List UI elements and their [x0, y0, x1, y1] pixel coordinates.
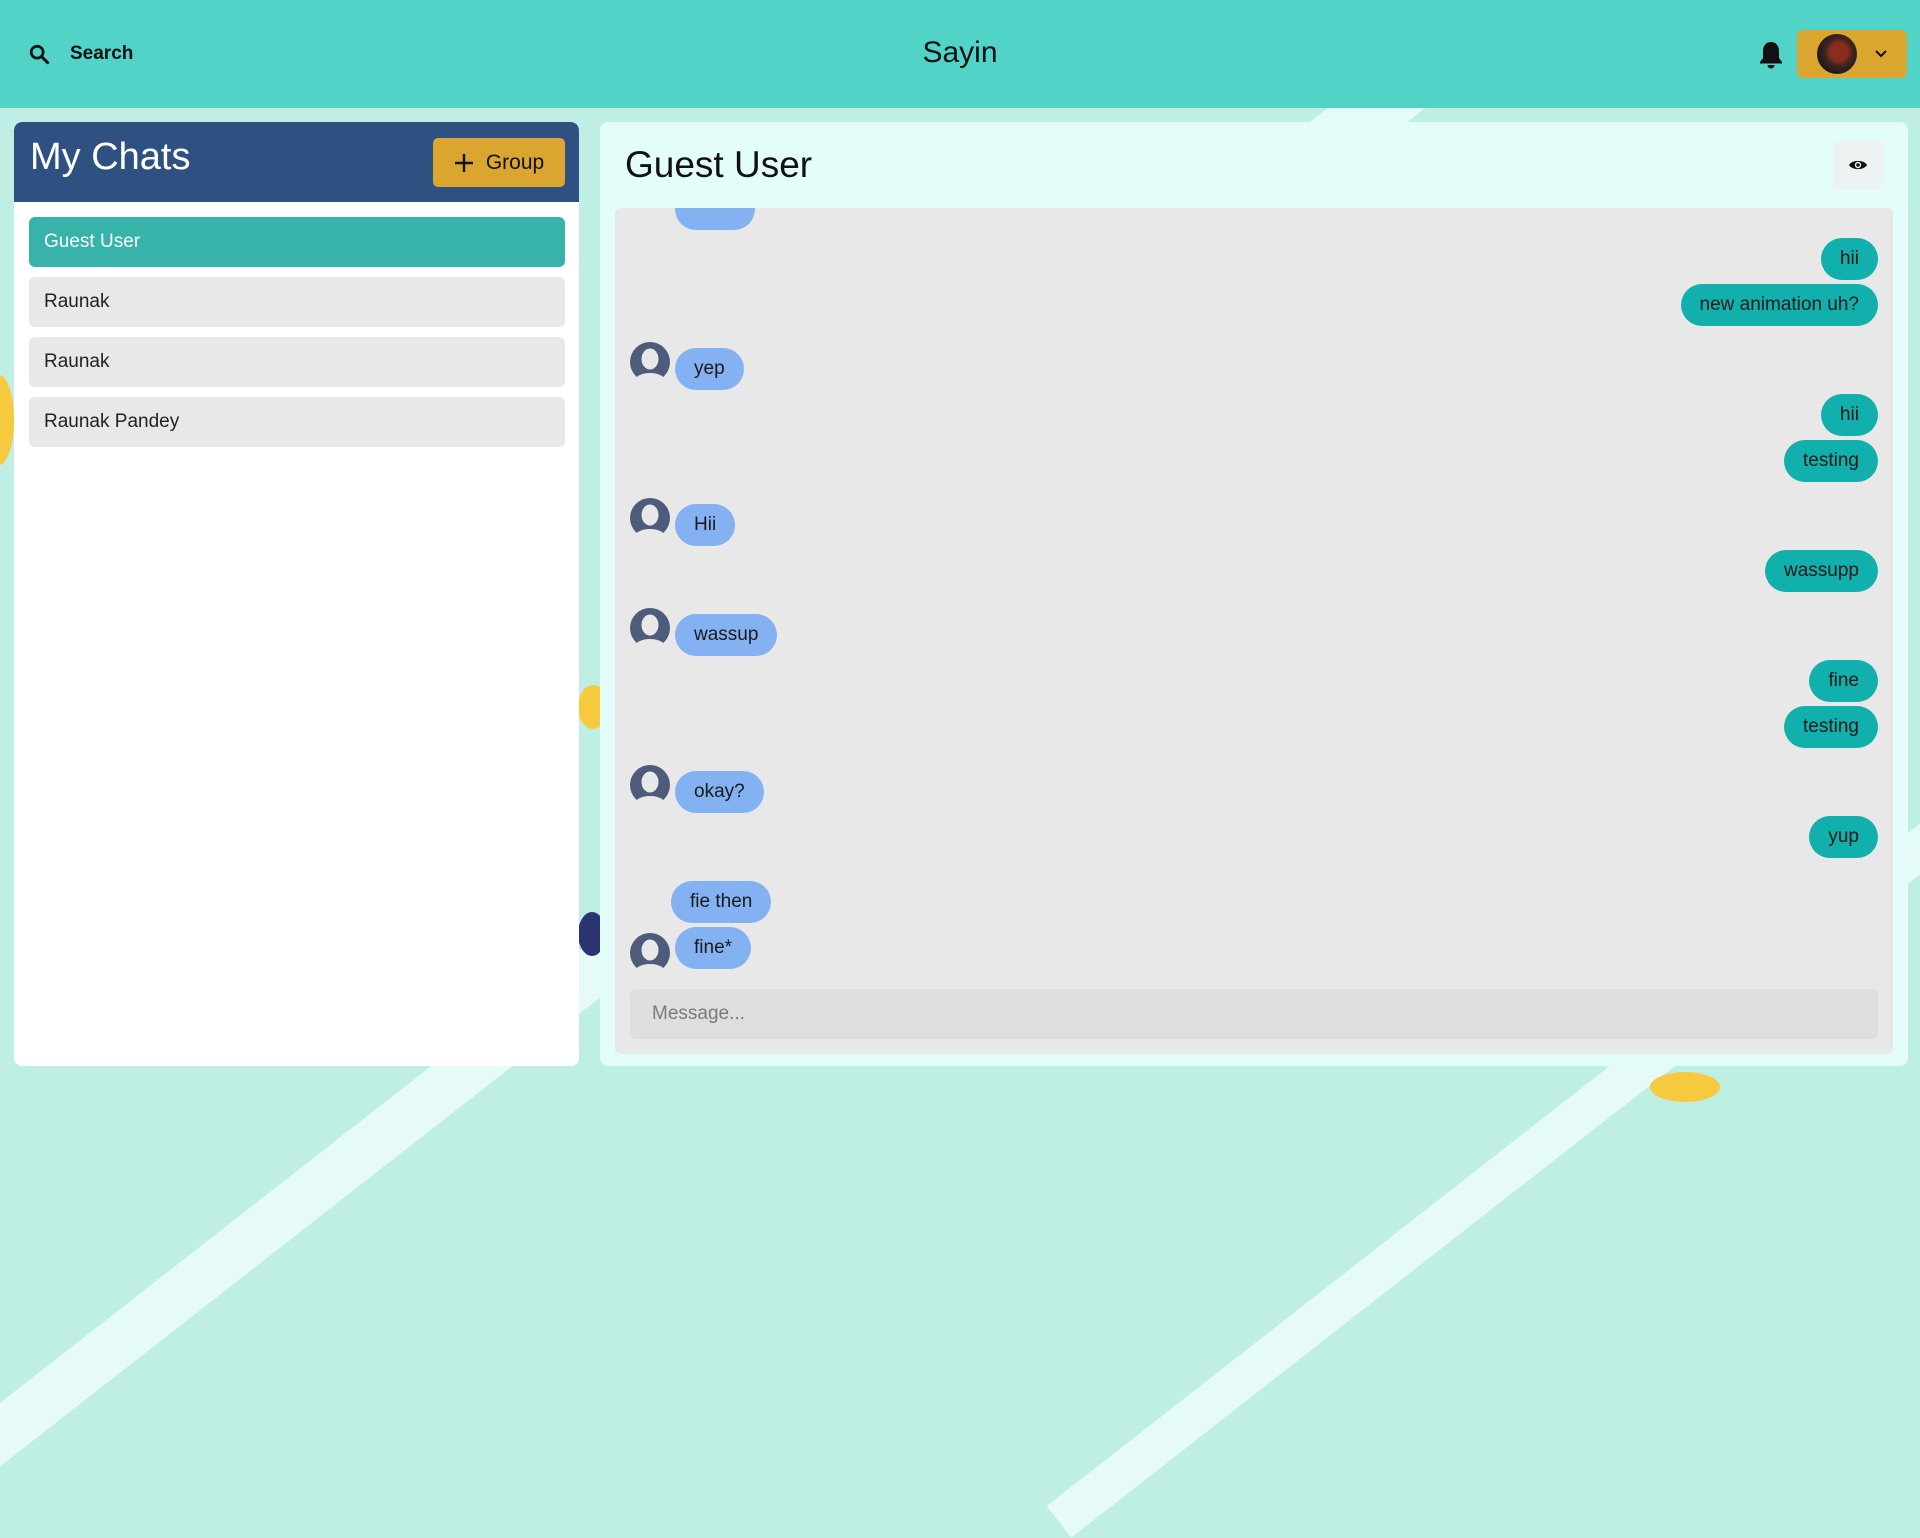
default-avatar-icon	[630, 933, 670, 973]
message-bubble: testing	[1784, 440, 1878, 482]
chat-list-item[interactable]: Raunak	[29, 337, 565, 387]
message-bubble: Hii	[675, 504, 736, 546]
my-chats-panel: My Chats Group Guest User Raunak Raunak …	[14, 122, 579, 1066]
message-bubble: fine*	[675, 927, 752, 969]
new-group-button[interactable]: Group	[433, 138, 565, 187]
eye-icon	[1849, 160, 1867, 170]
message-bubble: hii	[1820, 238, 1878, 280]
profile-menu-button[interactable]	[1797, 30, 1907, 78]
top-bar: Search Sayin	[0, 0, 1920, 108]
background-dot	[0, 375, 14, 465]
my-chats-title: My Chats	[30, 136, 191, 178]
user-avatar	[1817, 34, 1857, 74]
message-bubble: okay?	[675, 771, 764, 813]
chat-list: Guest User Raunak Raunak Raunak Pandey	[29, 217, 565, 457]
message-bubble: testing	[1784, 706, 1878, 748]
conversation-panel: Guest User hii new animation uh? yep hii…	[600, 122, 1908, 1066]
default-avatar-icon	[630, 608, 670, 648]
default-avatar-icon	[630, 498, 670, 538]
chevron-down-icon	[1875, 50, 1887, 58]
notifications-button[interactable]	[1758, 40, 1784, 70]
new-group-label: Group	[485, 150, 545, 174]
app-title: Sayin	[922, 36, 998, 69]
message-area: hii new animation uh? yep hii testing Hi…	[615, 208, 1893, 1054]
view-profile-button[interactable]	[1833, 140, 1883, 190]
message-input[interactable]	[630, 989, 1878, 1039]
my-chats-header: My Chats Group	[14, 122, 579, 202]
plus-icon	[454, 153, 473, 172]
default-avatar-icon	[630, 765, 670, 805]
message-bubble: wassupp	[1765, 550, 1878, 592]
message-bubble: fie then	[671, 881, 772, 923]
bell-icon	[1760, 42, 1782, 69]
chat-list-item[interactable]: Guest User	[29, 217, 565, 267]
message-bubble: fine	[1809, 660, 1878, 702]
message-bubble: hii	[1820, 394, 1878, 436]
message-bubble: yep	[675, 348, 744, 390]
message-bubble: yup	[1809, 816, 1878, 858]
message-bubble: new animation uh?	[1680, 284, 1878, 326]
chat-list-item[interactable]: Raunak Pandey	[29, 397, 565, 447]
conversation-title: Guest User	[625, 144, 813, 185]
background-dot	[1650, 1072, 1720, 1102]
default-avatar-icon	[630, 342, 670, 382]
message-bubble: wassup	[675, 614, 778, 656]
chat-list-item[interactable]: Raunak	[29, 277, 565, 327]
message-bubble-partial	[675, 208, 755, 230]
